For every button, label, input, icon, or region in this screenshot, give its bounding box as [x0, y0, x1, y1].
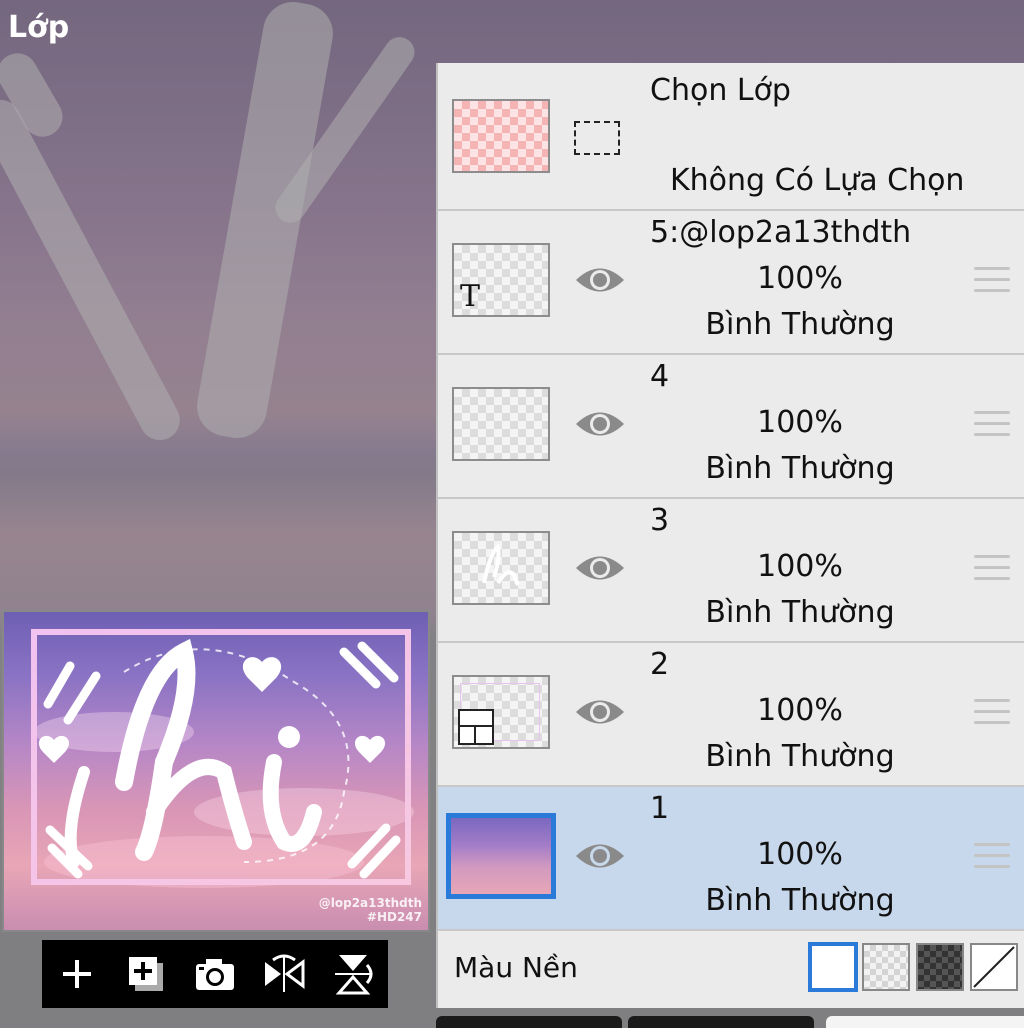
- selection-title: Chọn Lớp: [650, 73, 791, 108]
- camera-button[interactable]: [193, 952, 237, 996]
- layer-opacity: 100%: [757, 261, 843, 296]
- background-color-row: Màu Nền: [438, 931, 1024, 1008]
- duplicate-icon: [128, 957, 163, 991]
- flip-vertical-button[interactable]: [331, 952, 375, 996]
- layer-name: 5:@lop2a13thdth: [650, 215, 912, 250]
- layer-thumbnail: T: [452, 243, 550, 317]
- text-layer-icon: T: [460, 279, 481, 314]
- layer-row-selected[interactable]: 1 100% Bình Thường: [438, 787, 1024, 931]
- preview-artwork: [31, 629, 414, 888]
- selection-layer-row[interactable]: Chọn Lớp Không Có Lựa Chọn: [438, 63, 1024, 211]
- drag-handle-icon[interactable]: [974, 267, 1010, 293]
- drag-handle-icon[interactable]: [974, 699, 1010, 725]
- page-title: Lớp: [8, 10, 70, 45]
- eye-icon[interactable]: [574, 695, 626, 729]
- bottom-button-left[interactable]: [436, 1016, 622, 1028]
- layer-blend-mode: Bình Thường: [705, 883, 895, 918]
- layer-blend-mode: Bình Thường: [705, 451, 895, 486]
- canvas-preview[interactable]: @lop2a13thdth #HD247: [2, 610, 430, 932]
- eye-icon[interactable]: [574, 551, 626, 585]
- background-color-label: Màu Nền: [454, 951, 578, 984]
- layer-row[interactable]: 2 100% Bình Thường: [438, 643, 1024, 787]
- layer-name: 3: [650, 503, 670, 538]
- add-layer-button[interactable]: [55, 952, 99, 996]
- layers-panel: Chọn Lớp Không Có Lựa Chọn T 5:@lop2a13t…: [436, 63, 1024, 1008]
- layer-opacity: 100%: [757, 693, 843, 728]
- frame-layer-icon: [458, 709, 494, 745]
- eye-icon[interactable]: [574, 839, 626, 873]
- watermark-hashtag: #HD247: [366, 910, 422, 924]
- bg-swatch-light-checker[interactable]: [862, 943, 910, 991]
- bottom-button-right[interactable]: [826, 1016, 1024, 1028]
- camera-icon: [195, 959, 234, 990]
- layer-row[interactable]: T 5:@lop2a13thdth 100% Bình Thường: [438, 211, 1024, 355]
- layer-thumbnail: [446, 813, 556, 899]
- layer-thumbnail: [452, 531, 550, 605]
- layer-toolbar: [42, 940, 388, 1008]
- layer-opacity: 100%: [757, 405, 843, 440]
- eye-icon[interactable]: [574, 263, 626, 297]
- layer-opacity: 100%: [757, 549, 843, 584]
- bg-swatch-none[interactable]: [970, 943, 1018, 991]
- layer-blend-mode: Bình Thường: [705, 307, 895, 342]
- layer-row[interactable]: 3 100% Bình Thường: [438, 499, 1024, 643]
- drag-handle-icon[interactable]: [974, 411, 1010, 437]
- watermark-handle: @lop2a13thdth: [318, 896, 422, 910]
- duplicate-layer-button[interactable]: [124, 952, 168, 996]
- drag-handle-icon[interactable]: [974, 843, 1010, 869]
- bg-swatch-white[interactable]: [808, 942, 858, 992]
- layer-blend-mode: Bình Thường: [705, 739, 895, 774]
- marquee-icon: [574, 121, 620, 155]
- bottom-button-middle[interactable]: [628, 1016, 814, 1028]
- flip-horizontal-button[interactable]: [262, 952, 306, 996]
- watermark: @lop2a13thdth #HD247: [319, 896, 422, 924]
- flip-horizontal-icon: [265, 954, 305, 992]
- layer-name: 1: [650, 791, 670, 826]
- layer-blend-mode: Bình Thường: [705, 595, 895, 630]
- eye-icon[interactable]: [574, 407, 626, 441]
- drag-handle-icon[interactable]: [974, 555, 1010, 581]
- bg-swatch-dark-checker[interactable]: [916, 943, 964, 991]
- selection-status: Không Có Lựa Chọn: [670, 163, 965, 198]
- selection-thumbnail: [452, 99, 550, 173]
- layer-row[interactable]: 4 100% Bình Thường: [438, 355, 1024, 499]
- layer-thumbnail: [452, 675, 550, 749]
- layer-content-preview: [482, 543, 520, 586]
- plus-icon: [62, 960, 91, 988]
- layer-name: 2: [650, 647, 670, 682]
- layer-name: 4: [650, 359, 670, 394]
- layer-thumbnail: [452, 387, 550, 461]
- layer-opacity: 100%: [757, 837, 843, 872]
- flip-vertical-icon: [335, 955, 373, 995]
- no-color-icon: [973, 946, 1015, 988]
